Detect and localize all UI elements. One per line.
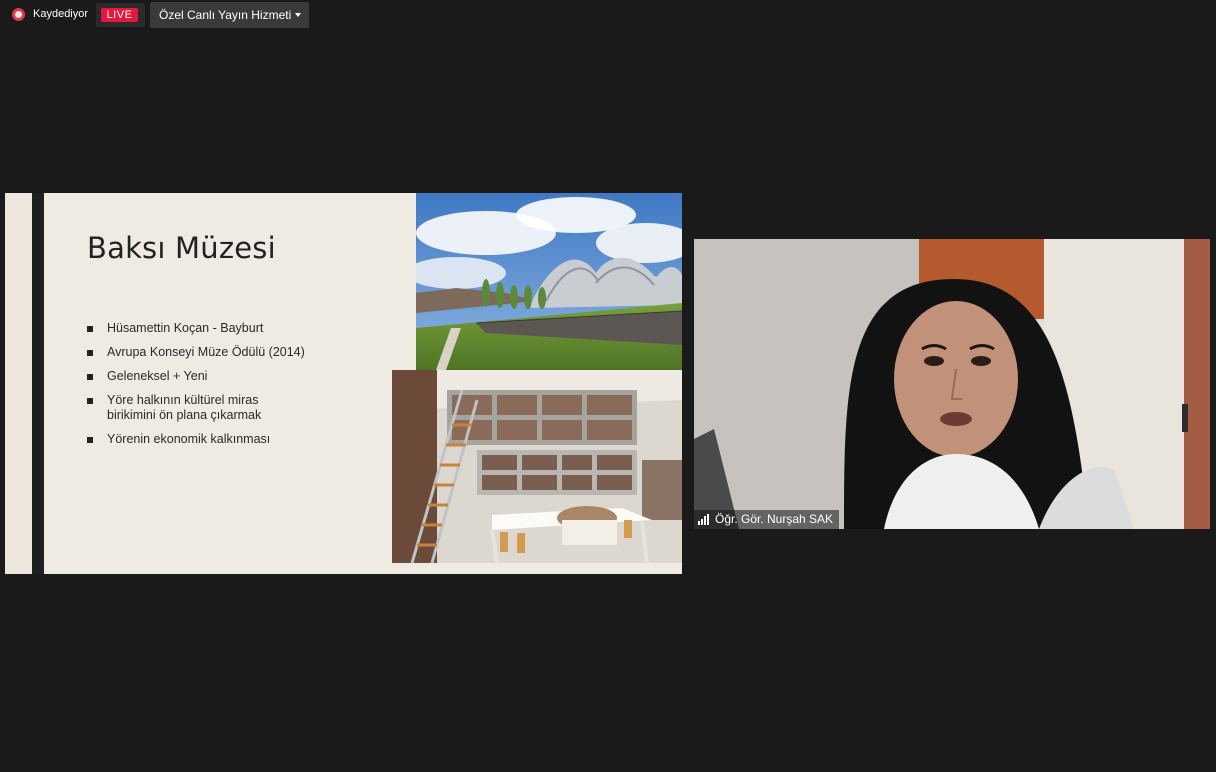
slide-bullet-list: Hüsamettin Koçan - Bayburt Avrupa Konsey…	[87, 321, 347, 456]
bullet-item: Geleneksel + Yeni	[87, 369, 347, 384]
bullet-item: Hüsamettin Koçan - Bayburt	[87, 321, 347, 336]
bullet-item: Yörenin ekonomik kalkınması	[87, 432, 347, 447]
bullet-square-icon	[87, 437, 93, 443]
stream-service-dropdown[interactable]: Özel Canlı Yayın Hizmeti	[150, 2, 309, 28]
caret-down-icon	[295, 13, 301, 17]
bullet-item: Yöre halkının kültürel miras birikimini …	[87, 393, 307, 423]
bullet-square-icon	[87, 398, 93, 404]
meeting-top-bar: Kaydediyor LIVE Özel Canlı Yayın Hizmeti	[0, 0, 600, 30]
recording-status[interactable]: Kaydediyor	[33, 8, 88, 20]
slide-title: Baksı Müzesi	[87, 231, 276, 265]
slide-accent-bar	[32, 193, 44, 574]
live-badge[interactable]: LIVE	[96, 3, 145, 27]
participant-name-tag: Öğr. Gör. Nurşah SAK	[694, 510, 840, 529]
record-icon[interactable]	[12, 8, 25, 21]
live-label: LIVE	[101, 8, 138, 22]
bullet-square-icon	[87, 350, 93, 356]
bullet-item: Avrupa Konseyi Müze Ödülü (2014)	[87, 345, 347, 360]
bullet-square-icon	[87, 326, 93, 332]
museum-library-photo	[392, 370, 682, 563]
museum-exterior-photo	[416, 193, 682, 370]
bullet-square-icon	[87, 374, 93, 380]
slide-left-band	[5, 193, 32, 574]
participant-video-tile[interactable]	[694, 239, 1210, 529]
shared-screen-slide: Baksı Müzesi Hüsamettin Koçan - Bayburt …	[5, 193, 682, 574]
participant-name: Öğr. Gör. Nurşah SAK	[715, 512, 834, 526]
stream-service-label: Özel Canlı Yayın Hizmeti	[159, 8, 292, 22]
signal-strength-icon	[698, 514, 710, 525]
